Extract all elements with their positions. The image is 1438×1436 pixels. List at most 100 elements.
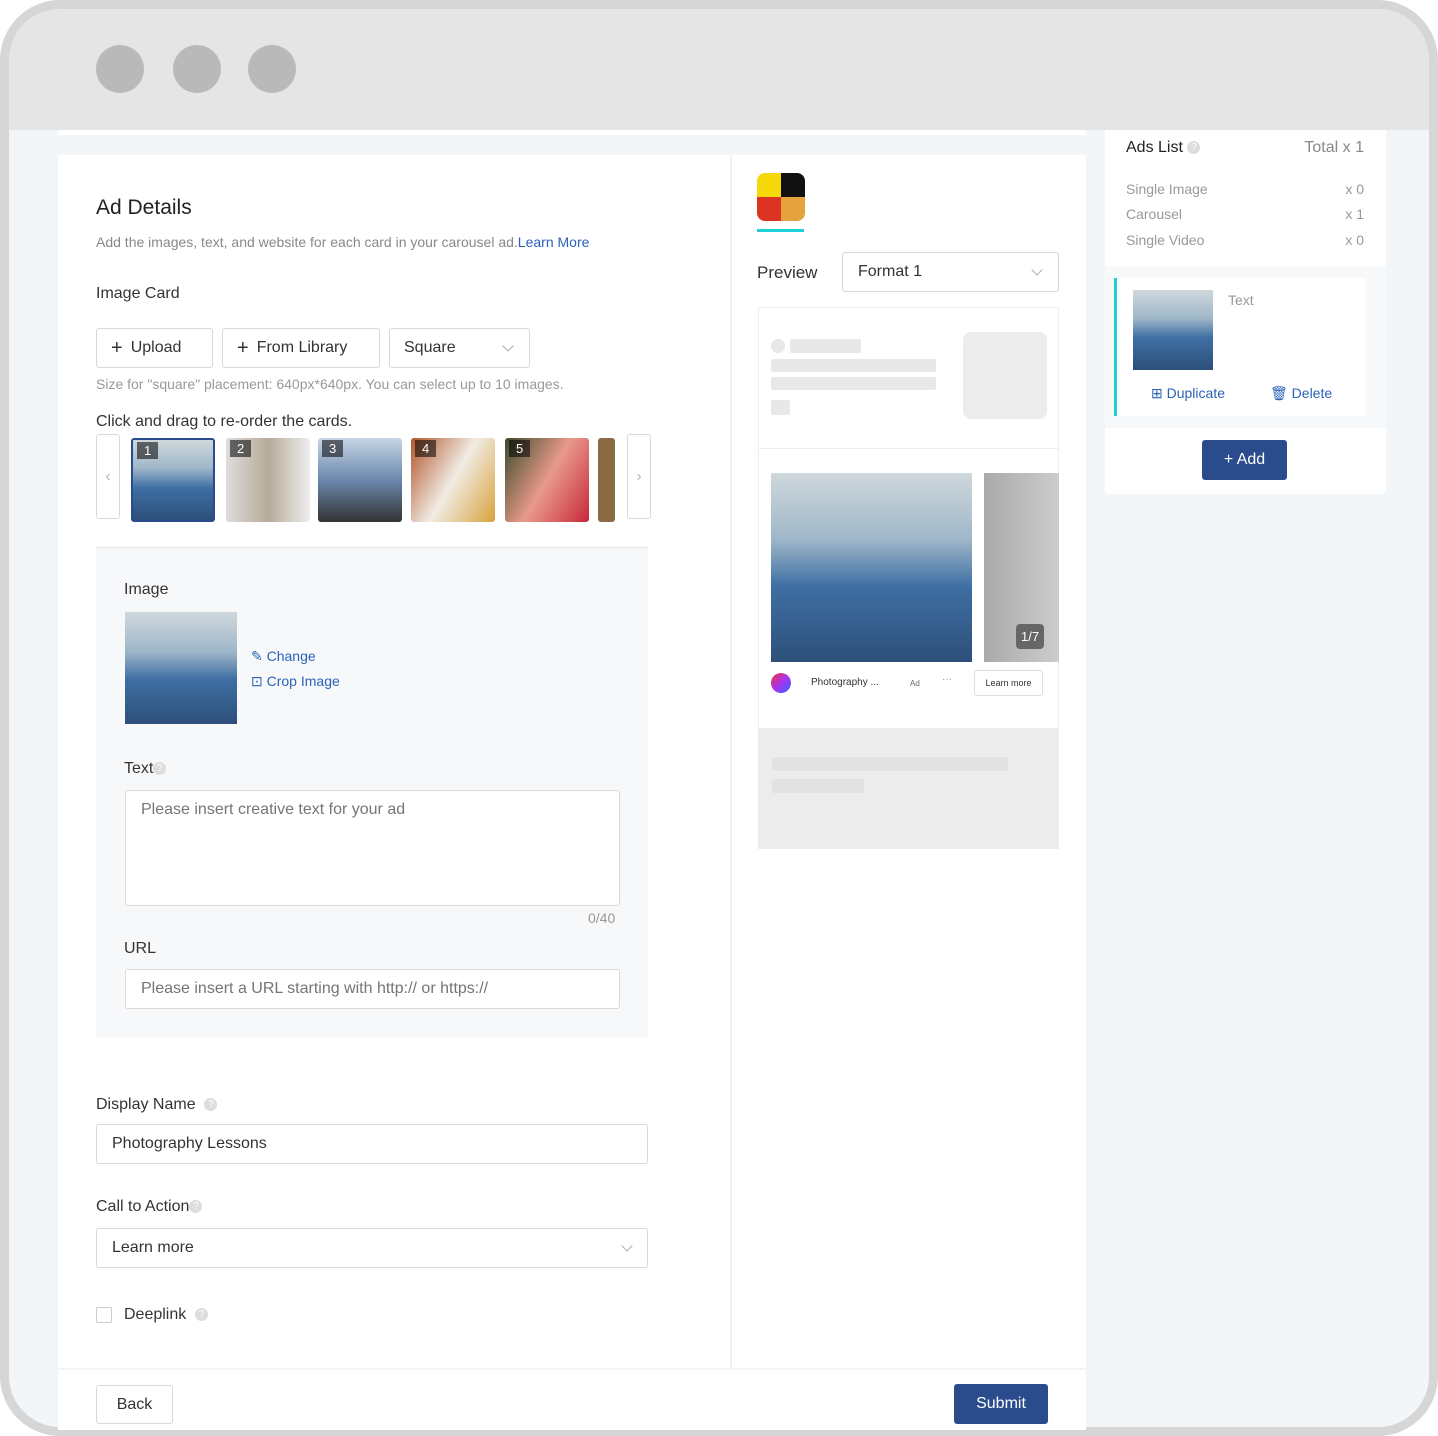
deeplink-text: Deeplink	[124, 1306, 187, 1323]
library-label: From Library	[256, 339, 348, 356]
skeleton	[772, 779, 864, 793]
card-number: 3	[322, 440, 344, 457]
card-thumbnail-3[interactable]: 3	[318, 438, 402, 522]
help-icon[interactable]: ?	[153, 762, 167, 776]
card-number: 1	[137, 442, 159, 459]
footer-bar	[58, 1370, 1086, 1430]
skeleton	[771, 359, 936, 372]
title-bar	[9, 9, 1429, 130]
duplicate-label: Duplicate	[1166, 385, 1225, 401]
window-maximize-button[interactable]	[248, 45, 296, 93]
help-icon[interactable]: ?	[195, 1308, 209, 1322]
ads-list-title-text: Ads List	[1126, 139, 1183, 156]
app-icon[interactable]	[757, 173, 805, 221]
carousel-prev-button[interactable]: ‹	[96, 434, 120, 519]
subtitle-text: Add the images, text, and website for ea…	[96, 234, 518, 250]
deeplink-label: Deeplink ?	[124, 1306, 209, 1324]
text-input[interactable]	[125, 790, 620, 906]
trash-icon: 🗑︎	[1270, 385, 1292, 401]
ads-total: Total x 1	[1304, 139, 1364, 156]
shape-value: Square	[404, 339, 456, 356]
cta-value: Learn more	[112, 1239, 194, 1256]
ads-item-thumbnail	[1133, 290, 1213, 370]
crop-image-button[interactable]: ⊡ Crop Image	[251, 673, 340, 690]
more-icon[interactable]: ···	[942, 674, 952, 685]
preview-carousel-image-2[interactable]: 1/7	[984, 473, 1059, 662]
card-thumbnail-4[interactable]: 4	[411, 438, 495, 522]
submit-button[interactable]: Submit	[954, 1384, 1048, 1424]
card-thumbnail-2[interactable]: 2	[226, 438, 310, 522]
ads-type-label: Carousel	[1126, 206, 1183, 222]
chevron-down-icon	[621, 1240, 633, 1252]
advertiser-avatar	[771, 673, 791, 693]
add-ad-button[interactable]: + Add	[1202, 440, 1287, 480]
carousel-counter: 1/7	[1016, 624, 1045, 649]
deeplink-checkbox[interactable]	[96, 1307, 112, 1323]
chevron-down-icon	[1031, 264, 1043, 276]
help-icon[interactable]: ?	[1187, 141, 1201, 155]
chevron-right-icon: ›	[636, 467, 642, 485]
duplicate-icon: ⊞	[1151, 385, 1167, 401]
from-library-button[interactable]: + From Library	[222, 328, 380, 368]
skeleton	[963, 332, 1047, 419]
back-button[interactable]: Back	[96, 1385, 173, 1424]
preview-carousel-image-1[interactable]	[771, 473, 972, 662]
cta-label: Call to Action?	[96, 1198, 203, 1216]
skeleton	[771, 339, 785, 353]
help-icon[interactable]: ?	[204, 1098, 218, 1112]
ads-type-count: x 0	[1345, 232, 1364, 248]
card-image	[125, 612, 237, 724]
card-thumbnail-1[interactable]: 1	[131, 438, 215, 522]
advertiser-name: Photography ...	[811, 677, 879, 688]
preview-cta-button[interactable]: Learn more	[974, 670, 1043, 696]
page-title: Ad Details	[96, 196, 192, 219]
image-card-label: Image Card	[96, 285, 180, 302]
display-name-label: Display Name ?	[96, 1096, 218, 1114]
card-number: 4	[415, 440, 437, 457]
plus-icon: +	[111, 336, 123, 359]
delete-button[interactable]: 🗑︎ Delete	[1270, 385, 1332, 402]
text-label: Text?	[124, 760, 167, 778]
preview-label: Preview	[757, 263, 818, 282]
format-value: Format 1	[858, 263, 923, 280]
display-name-input[interactable]: Photography Lessons	[96, 1124, 648, 1164]
upload-label: Upload	[130, 339, 182, 356]
skeleton	[790, 339, 861, 353]
card-thumbnail-6[interactable]	[598, 438, 615, 522]
format-select[interactable]: Format 1	[842, 252, 1059, 292]
upload-button[interactable]: + Upload	[96, 328, 213, 368]
top-card-edge	[58, 130, 1086, 135]
help-icon[interactable]: ?	[189, 1200, 203, 1214]
card-thumbnail-5[interactable]: 5	[505, 438, 589, 522]
ads-type-label: Single Video	[1126, 232, 1205, 248]
edit-icon: ✎	[251, 648, 267, 664]
change-label: Change	[266, 648, 316, 664]
card-number: 2	[230, 440, 252, 457]
text-char-count: 0/40	[588, 910, 616, 926]
display-name-text: Display Name	[96, 1096, 196, 1113]
url-input[interactable]	[125, 969, 620, 1009]
text-label-text: Text	[124, 760, 154, 777]
window-close-button[interactable]	[96, 45, 144, 93]
reorder-hint: Click and drag to re-order the cards.	[96, 413, 353, 430]
window-minimize-button[interactable]	[173, 45, 221, 93]
url-label: URL	[124, 940, 157, 957]
learn-more-link[interactable]: Learn More	[518, 234, 590, 250]
ad-badge: Ad	[910, 679, 920, 688]
cta-label-text: Call to Action	[96, 1198, 190, 1215]
ads-list-title: Ads List ?	[1126, 139, 1201, 157]
duplicate-button[interactable]: ⊞ Duplicate	[1151, 385, 1225, 402]
shape-select[interactable]: Square	[389, 328, 530, 368]
subtitle: Add the images, text, and website for ea…	[96, 234, 589, 250]
carousel-next-button[interactable]: ›	[627, 434, 651, 519]
change-image-button[interactable]: ✎ Change	[251, 648, 316, 665]
card-number: 5	[509, 440, 531, 457]
ads-type-label: Single Image	[1126, 181, 1208, 197]
skeleton	[771, 400, 790, 415]
cta-select[interactable]: Learn more	[96, 1228, 648, 1268]
app-tab-indicator	[757, 229, 804, 232]
ads-item-text: Text	[1228, 292, 1254, 308]
chevron-down-icon	[502, 340, 514, 352]
delete-label: Delete	[1291, 385, 1333, 401]
skeleton	[771, 377, 936, 390]
